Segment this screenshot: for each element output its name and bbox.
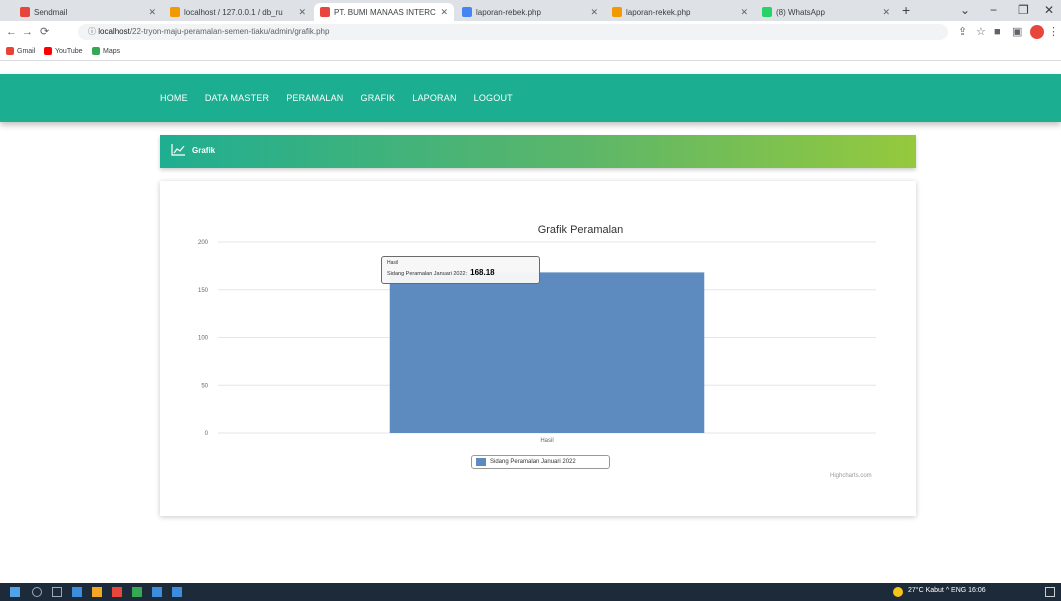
tooltip-series: Sidang Peramalan Januari 2022 (387, 271, 466, 277)
y-tick-label: 50 (201, 383, 208, 389)
tooltip-row: Sidang Peramalan Januari 2022: 168.18 (387, 268, 495, 277)
x-axis-ticks: Hasil (540, 438, 553, 444)
y-axis-ticks: 0 50 100 150 200 (198, 240, 209, 437)
app-icon[interactable] (172, 587, 182, 597)
chart-tooltip: Hasil Sidang Peramalan Januari 2022: 168.… (381, 256, 540, 284)
chart-legend[interactable]: Sidang Peramalan Januari 2022 (471, 455, 610, 469)
file-explorer-icon[interactable] (92, 587, 102, 597)
chart-credits[interactable]: Highcharts.com (830, 473, 872, 479)
x-tick-label: Hasil (540, 438, 553, 444)
weather-icon[interactable] (893, 587, 903, 597)
chart-canvas: 0 50 100 150 200 Hasil (198, 240, 876, 444)
windows-start-icon[interactable] (10, 587, 20, 597)
system-tray[interactable]: 27°C Kabut ^ ENG 16:06 (908, 587, 986, 594)
y-tick-label: 100 (198, 336, 209, 342)
bar[interactable] (389, 272, 705, 433)
app-icon[interactable] (152, 587, 162, 597)
app-icon[interactable] (112, 587, 122, 597)
tooltip-category: Hasil (387, 260, 399, 266)
y-tick-label: 150 (198, 288, 209, 294)
legend-swatch (476, 458, 486, 466)
y-tick-label: 0 (205, 431, 209, 437)
search-icon[interactable] (32, 587, 42, 597)
notification-icon[interactable] (1045, 587, 1055, 597)
app-icon[interactable] (72, 587, 82, 597)
task-view-icon[interactable] (52, 587, 62, 597)
chart-bars (389, 272, 705, 433)
y-tick-label: 200 (198, 240, 209, 246)
windows-taskbar: 27°C Kabut ^ ENG 16:06 (0, 583, 1061, 601)
chrome-icon[interactable] (132, 587, 142, 597)
tooltip-value: 168.18 (470, 268, 495, 277)
legend-label: Sidang Peramalan Januari 2022 (490, 459, 576, 465)
